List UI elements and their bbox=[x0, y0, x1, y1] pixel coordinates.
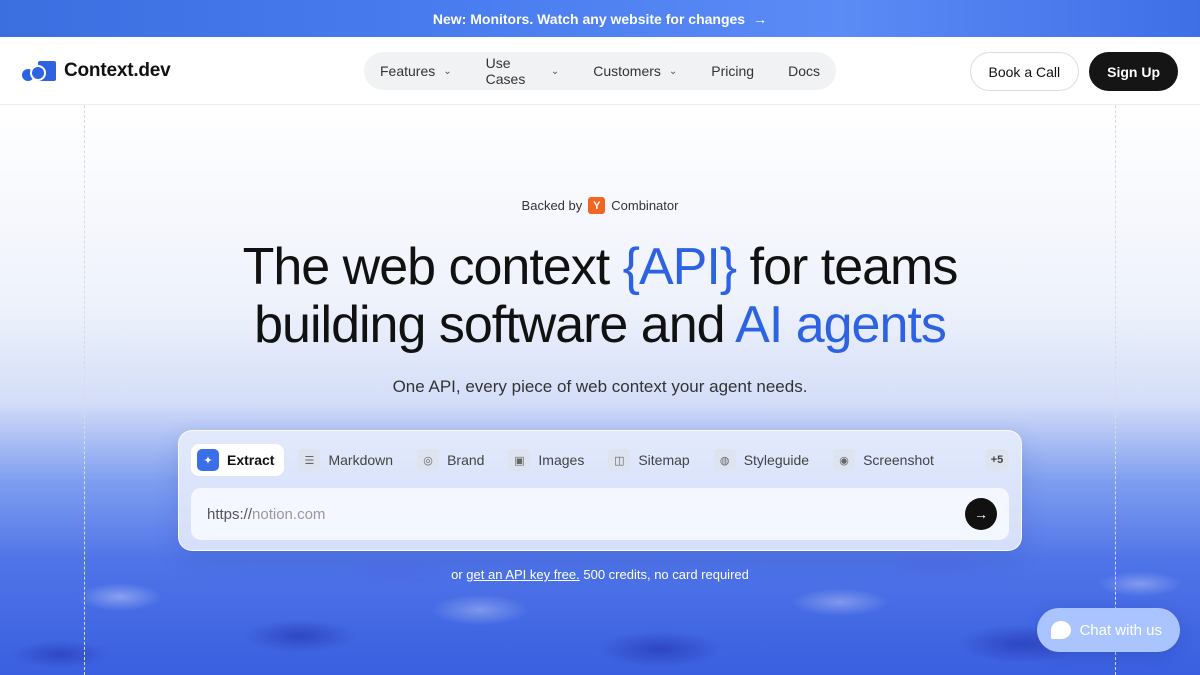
site-header: Context.dev Features ⌄ Use Cases ⌄ Custo… bbox=[0, 37, 1200, 105]
arrow-right-icon: → bbox=[974, 506, 988, 522]
nav-item-pricing[interactable]: Pricing bbox=[711, 63, 754, 79]
tab-images[interactable]: ▣ Images bbox=[502, 444, 594, 476]
tab-screenshot[interactable]: ◉ Screenshot bbox=[827, 444, 944, 476]
backed-by: Backed by Y Combinator bbox=[0, 197, 1200, 214]
tab-label: Brand bbox=[447, 452, 485, 468]
tab-label: Extract bbox=[227, 452, 275, 468]
nav-item-use-cases[interactable]: Use Cases ⌄ bbox=[486, 55, 560, 87]
tab-label: Sitemap bbox=[638, 452, 690, 468]
headline-text: building software and bbox=[254, 296, 736, 354]
tab-sitemap[interactable]: ◫ Sitemap bbox=[602, 444, 699, 476]
sparkle-icon: ✦ bbox=[197, 449, 219, 471]
palette-icon: ◍ bbox=[713, 449, 736, 471]
nav-item-docs[interactable]: Docs bbox=[788, 63, 820, 79]
arrow-right-icon: → bbox=[753, 10, 768, 27]
api-demo-card: ✦ Extract ☰ Markdown ◎ Brand ▣ Images ◫ … bbox=[178, 430, 1022, 551]
nav-label: Use Cases bbox=[485, 55, 526, 87]
tab-label: Styleguide bbox=[743, 452, 810, 468]
headline-text: The web context bbox=[242, 238, 623, 296]
nav-item-features[interactable]: Features ⌄ bbox=[380, 63, 452, 79]
camera-icon: ◉ bbox=[833, 449, 856, 471]
nav-label: Features bbox=[380, 63, 436, 79]
hero-section: Backed by Y Combinator The web context {… bbox=[0, 105, 1200, 675]
chevron-down-icon: ⌄ bbox=[550, 65, 560, 77]
tab-markdown[interactable]: ☰ Markdown bbox=[292, 444, 403, 476]
subheading: One API, every piece of web context your… bbox=[392, 377, 808, 396]
chevron-down-icon: ⌄ bbox=[443, 65, 452, 77]
header-actions: Book a Call Sign Up bbox=[969, 52, 1178, 91]
nav-item-customers[interactable]: Customers ⌄ bbox=[593, 63, 677, 79]
sign-up-button[interactable]: Sign Up bbox=[1089, 52, 1178, 91]
page-title: The web context {API} for teams building… bbox=[0, 238, 1200, 354]
announcement-bar[interactable]: New: Monitors. Watch any website for cha… bbox=[0, 0, 1200, 37]
yc-logo-icon: Y bbox=[588, 197, 606, 214]
backed-name: Combinator bbox=[611, 198, 679, 213]
document-icon: ☰ bbox=[298, 449, 321, 471]
main-nav: Features ⌄ Use Cases ⌄ Customers ⌄ Prici… bbox=[364, 52, 836, 90]
tab-brand[interactable]: ◎ Brand bbox=[411, 444, 494, 476]
tab-styleguide[interactable]: ◍ Styleguide bbox=[708, 444, 819, 476]
book-call-button[interactable]: Book a Call bbox=[969, 52, 1080, 91]
tab-label: Images bbox=[538, 452, 585, 468]
logo[interactable]: Context.dev bbox=[22, 59, 171, 83]
note-prefix: or bbox=[451, 567, 467, 582]
endpoint-tabs: ✦ Extract ☰ Markdown ◎ Brand ▣ Images ◫ … bbox=[191, 443, 1009, 477]
nav-label: Docs bbox=[788, 63, 820, 79]
nav-label: Customers bbox=[593, 63, 661, 79]
nav-label: Pricing bbox=[711, 63, 755, 79]
map-icon: ◫ bbox=[608, 449, 631, 471]
headline-accent: AI agents bbox=[735, 296, 947, 354]
logo-mark-icon bbox=[22, 59, 56, 83]
logo-text: Context.dev bbox=[64, 59, 171, 81]
tab-label: Screenshot bbox=[863, 452, 934, 468]
url-prefix: https:// bbox=[207, 505, 253, 523]
tab-label: Markdown bbox=[328, 452, 394, 468]
url-field-container: https:// → bbox=[191, 488, 1009, 540]
submit-button[interactable]: → bbox=[965, 498, 997, 530]
tab-extract[interactable]: ✦ Extract bbox=[191, 444, 285, 476]
api-key-note: or get an API key free. 500 credits, no … bbox=[0, 567, 1200, 582]
image-icon: ▣ bbox=[508, 449, 531, 471]
headline-accent: {API} bbox=[622, 238, 738, 296]
chevron-down-icon: ⌄ bbox=[668, 65, 678, 77]
more-tabs-button[interactable]: +5 bbox=[985, 449, 1009, 471]
announcement-text: New: Monitors. Watch any website for cha… bbox=[432, 10, 746, 27]
chat-bubble-icon bbox=[1051, 621, 1072, 639]
get-api-key-link[interactable]: get an API key free. bbox=[466, 567, 579, 582]
backed-prefix: Backed by bbox=[521, 198, 583, 213]
chat-label: Chat with us bbox=[1079, 621, 1162, 639]
target-icon: ◎ bbox=[417, 449, 440, 471]
note-suffix: 500 credits, no card required bbox=[579, 567, 749, 582]
chat-widget-button[interactable]: Chat with us bbox=[1037, 608, 1180, 652]
headline-text: for teams bbox=[736, 238, 959, 296]
url-input[interactable] bbox=[252, 505, 965, 523]
